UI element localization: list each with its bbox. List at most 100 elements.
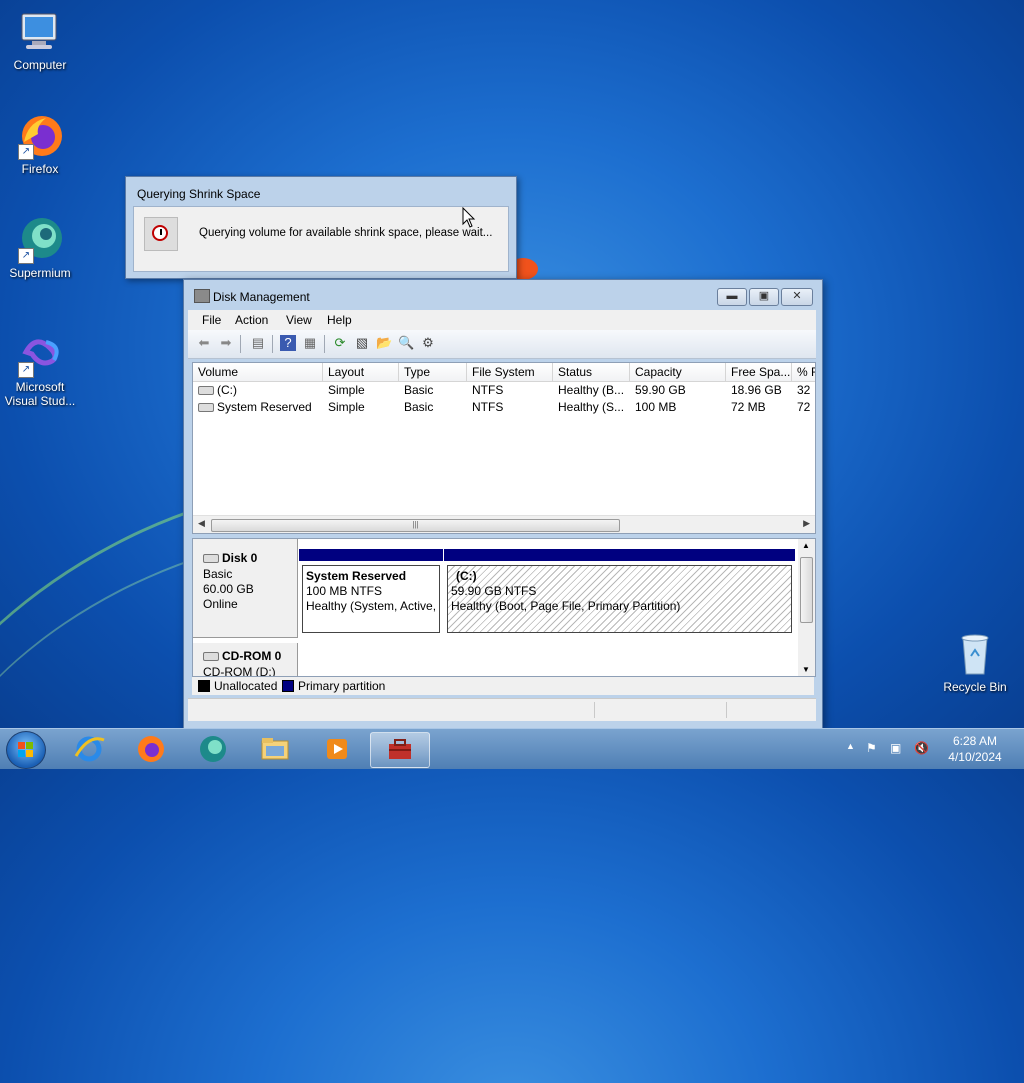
column-header-type[interactable]: Type: [399, 363, 467, 381]
table-row[interactable]: System Reserved Simple Basic NTFS Health…: [193, 399, 815, 416]
partition-box: System Reserved 100 MB NTFS Healthy (Sys…: [302, 565, 440, 633]
partition-status: Healthy (Boot, Page File, Primary Partit…: [451, 599, 681, 613]
cdrom-label: CD-ROM 0: [203, 649, 281, 663]
column-header-volume[interactable]: Volume: [193, 363, 323, 381]
taskbar-explorer[interactable]: [248, 732, 302, 766]
table-row[interactable]: (C:) Simple Basic NTFS Healthy (B... 59.…: [193, 382, 815, 399]
capacity-cell: 59.90 GB: [635, 383, 686, 397]
percent-free-cell: 32: [797, 383, 811, 397]
scrollbar-thumb[interactable]: [800, 557, 813, 623]
volume-name: (C:): [217, 383, 237, 397]
title-bar[interactable]: Disk Management ▬ ▣ ✕: [184, 280, 822, 310]
desktop-icon-recycle-bin[interactable]: Recycle Bin: [935, 630, 1015, 694]
clock-date: 4/10/2024: [948, 750, 1002, 764]
maximize-button[interactable]: ▣: [749, 288, 779, 306]
desktop-icon-label: Supermium: [9, 266, 71, 280]
scroll-right-icon[interactable]: ▶: [803, 518, 810, 529]
menu-help[interactable]: Help: [327, 313, 352, 327]
volume-list-header: Volume Layout Type File System Status Ca…: [193, 363, 815, 382]
media-player-icon: [327, 739, 347, 759]
file-system-cell: NTFS: [472, 383, 504, 397]
taskbar-firefox[interactable]: [124, 732, 178, 766]
menu-view[interactable]: View: [286, 313, 312, 327]
horizontal-scrollbar[interactable]: ◀ ||| ▶: [193, 515, 815, 533]
visual-studio-icon: ↗: [16, 330, 64, 378]
scrollbar-thumb[interactable]: |||: [211, 519, 620, 532]
legend-unallocated-label: Unallocated: [214, 679, 278, 693]
legend: Unallocated Primary partition: [192, 677, 814, 695]
querying-shrink-dialog[interactable]: Querying Shrink Space Querying volume fo…: [125, 176, 517, 279]
toolbar-separator: [324, 335, 325, 353]
volume-muted-icon[interactable]: 🔇: [914, 741, 929, 755]
help-icon[interactable]: ?: [280, 335, 296, 351]
supermium-icon: ↗: [16, 216, 64, 264]
properties-icon[interactable]: ▦: [302, 335, 318, 351]
type-cell: Basic: [404, 383, 434, 397]
partition-c[interactable]: (C:) 59.90 GB NTFS Healthy (Boot, Page F…: [444, 549, 795, 635]
partition-box-selected: (C:) 59.90 GB NTFS Healthy (Boot, Page F…: [447, 565, 792, 633]
search-icon[interactable]: 🔍: [398, 335, 414, 351]
network-icon[interactable]: ▣: [890, 741, 901, 755]
partition-name: (C:): [456, 569, 477, 583]
desktop-icon-visual-studio[interactable]: ↗ Microsoft Visual Stud...: [0, 330, 80, 408]
column-header-percent-free[interactable]: % F: [792, 363, 815, 381]
minimize-button[interactable]: ▬: [717, 288, 747, 306]
desktop-icon-label: Microsoft Visual Stud...: [4, 380, 76, 408]
partition-name: System Reserved: [306, 569, 407, 583]
show-hidden-icons[interactable]: ▲: [846, 741, 855, 751]
recycle-bin-icon: [951, 630, 999, 678]
legend-primary-label: Primary partition: [298, 679, 386, 693]
forward-arrow-icon[interactable]: ➡: [218, 335, 234, 351]
close-button[interactable]: ✕: [781, 288, 813, 306]
start-button[interactable]: [6, 731, 46, 769]
column-header-file-system[interactable]: File System: [467, 363, 553, 381]
disk-management-window[interactable]: Disk Management ▬ ▣ ✕ File Action View H…: [183, 279, 823, 729]
scroll-left-icon[interactable]: ◀: [198, 518, 205, 529]
computer-icon: [16, 8, 64, 56]
disk-icon: [203, 554, 219, 564]
taskbar-internet-explorer[interactable]: [62, 732, 116, 766]
toolbar: ⬅ ➡ ▤ ? ▦ ⟳ ▧ 📂 🔍 ⚙: [188, 330, 816, 359]
refresh-icon[interactable]: ⟳: [332, 335, 348, 351]
menu-action[interactable]: Action: [235, 313, 268, 327]
drive-icon: [198, 403, 214, 413]
column-header-status[interactable]: Status: [553, 363, 630, 381]
open-folder-icon[interactable]: 📂: [376, 335, 392, 351]
system-clock[interactable]: 6:28 AM 4/10/2024: [940, 733, 1010, 765]
free-space-cell: 18.96 GB: [731, 383, 782, 397]
desktop-icon-firefox[interactable]: ↗ Firefox: [0, 112, 80, 176]
clock-time: 6:28 AM: [952, 734, 998, 748]
scroll-up-icon[interactable]: ▲: [802, 541, 810, 550]
column-header-layout[interactable]: Layout: [323, 363, 399, 381]
volume-name: System Reserved: [217, 400, 312, 414]
desktop-icon-supermium[interactable]: ↗ Supermium: [0, 216, 80, 280]
disk-0-info[interactable]: Disk 0 Basic 60.00 GB Online: [193, 539, 298, 638]
scroll-down-icon[interactable]: ▼: [802, 665, 810, 674]
settings-icon[interactable]: ⚙: [420, 335, 436, 351]
action-center-flag-icon[interactable]: ⚑: [866, 741, 877, 755]
taskbar-supermium[interactable]: [186, 732, 240, 766]
desktop-icon-computer[interactable]: Computer: [0, 8, 80, 72]
column-header-free-space[interactable]: Free Spa...: [726, 363, 792, 381]
taskbar-media-player[interactable]: [310, 732, 364, 766]
type-cell: Basic: [404, 400, 434, 414]
internet-explorer-icon: [74, 736, 105, 762]
column-header-capacity[interactable]: Capacity: [630, 363, 726, 381]
partition-system-reserved[interactable]: System Reserved 100 MB NTFS Healthy (Sys…: [299, 549, 443, 635]
menu-file[interactable]: File: [202, 313, 221, 327]
cdrom-sub: CD-ROM (D:): [203, 665, 276, 677]
rescan-disks-icon[interactable]: ▧: [354, 335, 370, 351]
taskbar: ▲ ⚑ ▣ 🔇 6:28 AM 4/10/2024: [0, 728, 1024, 769]
show-hide-console-tree-icon[interactable]: ▤: [250, 335, 266, 351]
taskbar-disk-management-active[interactable]: [370, 732, 430, 768]
status-bar: [188, 698, 816, 721]
cdrom-0-info[interactable]: CD-ROM 0 CD-ROM (D:): [193, 643, 298, 677]
back-arrow-icon[interactable]: ⬅: [196, 335, 212, 351]
vertical-scrollbar[interactable]: ▲ ▼: [798, 539, 815, 676]
status-cell: Healthy (B...: [558, 383, 625, 397]
dialog-title: Querying Shrink Space: [137, 187, 261, 201]
cdrom-icon: [203, 652, 219, 662]
disk-0-state: Online: [203, 597, 238, 611]
partition-size: 59.90 GB NTFS: [451, 584, 537, 598]
toolbar-separator: [272, 335, 273, 353]
